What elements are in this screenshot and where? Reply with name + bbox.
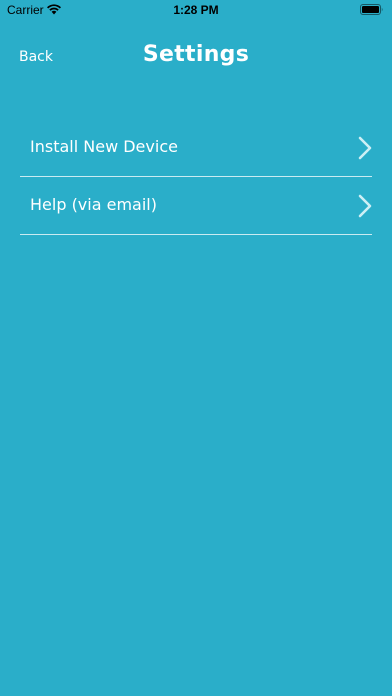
settings-item-install-new-device[interactable]: Install New Device <box>20 119 372 177</box>
settings-item-label: Help (via email) <box>30 195 157 214</box>
status-time: 1:28 PM <box>173 3 219 17</box>
settings-item-help-via-email[interactable]: Help (via email) <box>20 177 372 235</box>
settings-item-label: Install New Device <box>30 137 178 156</box>
navigation-bar: Back Settings <box>0 36 392 76</box>
chevron-right-icon <box>358 194 372 218</box>
page-title: Settings <box>142 42 250 67</box>
chevron-right-icon <box>358 136 372 160</box>
battery-icon <box>360 4 383 15</box>
settings-list: Install New Device Help (via email) <box>20 119 372 235</box>
status-bar: Carrier 1:28 PM <box>0 0 392 22</box>
